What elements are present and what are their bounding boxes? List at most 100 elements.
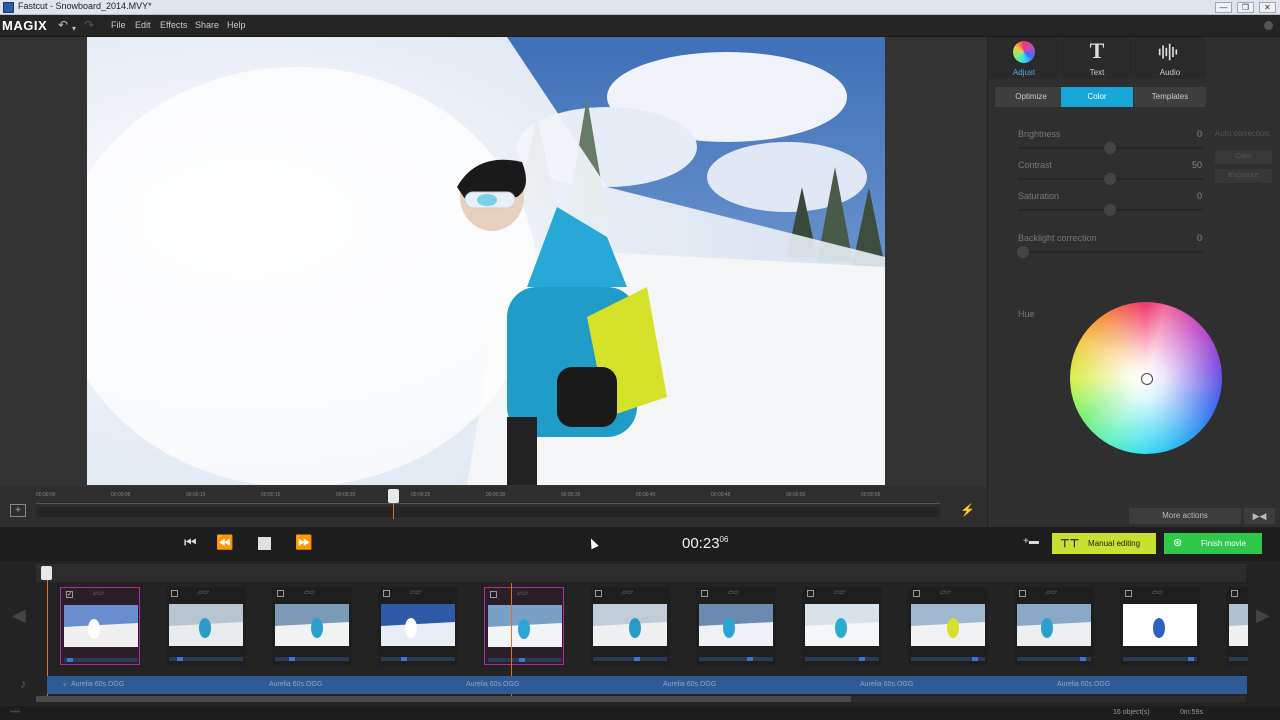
clip-thumbnail[interactable] xyxy=(1123,604,1197,646)
menu-share[interactable]: Share xyxy=(195,20,219,30)
brightness-knob[interactable] xyxy=(1104,142,1116,154)
preview-scrubber[interactable]: + 00:00:00 00:00:05 00:00:10 00:00:15 00… xyxy=(0,487,987,527)
clip-thumbnail[interactable] xyxy=(1017,604,1091,646)
collapse-panel-icon[interactable]: ▶◀ xyxy=(1244,508,1275,524)
storyboard-clip[interactable]: ▱▱ xyxy=(1120,587,1200,665)
close-button[interactable]: ✕ xyxy=(1259,2,1276,13)
transition-icon[interactable]: ▱▱ xyxy=(834,589,852,596)
scrubber-bar[interactable] xyxy=(36,507,940,517)
redo-icon[interactable]: ↷ xyxy=(84,18,94,32)
add-marker-button[interactable]: + xyxy=(10,504,26,517)
transition-icon[interactable]: ▱▱ xyxy=(622,589,640,596)
transition-icon[interactable]: ▱▱ xyxy=(728,589,746,596)
hue-picker-handle[interactable] xyxy=(1141,373,1153,385)
storyboard-clip[interactable]: ▱▱ xyxy=(484,587,564,665)
clip-thumbnail[interactable] xyxy=(699,604,773,646)
storyboard-clip[interactable]: ✓ ▱▱ xyxy=(60,587,140,665)
clip-checkbox[interactable] xyxy=(1019,590,1026,597)
clip-thumbnail[interactable] xyxy=(805,604,879,646)
clip-checkbox[interactable]: ✓ xyxy=(66,591,73,598)
audio-collapse-icon[interactable]: ▾ xyxy=(63,681,67,689)
scroll-left-icon[interactable]: ◀ xyxy=(12,605,26,626)
backlight-knob[interactable] xyxy=(1017,246,1029,258)
more-actions-button[interactable]: More actions xyxy=(1129,508,1241,524)
transition-icon[interactable]: ▱▱ xyxy=(517,590,535,597)
clip-checkbox[interactable] xyxy=(1231,590,1238,597)
clip-checkbox[interactable] xyxy=(913,590,920,597)
timeline-scrollbar[interactable] xyxy=(36,696,1246,702)
clip-thumbnail[interactable] xyxy=(488,605,562,647)
auto-exposure-button[interactable]: Exposure xyxy=(1215,169,1272,183)
storyboard-clip[interactable]: ▱▱ xyxy=(166,587,246,665)
clip-thumbnail[interactable] xyxy=(275,604,349,646)
clip-thumbnail[interactable] xyxy=(169,604,243,646)
clip-thumbnail[interactable] xyxy=(1229,604,1248,646)
tab-audio[interactable]: Audio xyxy=(1134,37,1206,79)
rewind-icon[interactable]: ⏪ xyxy=(216,534,233,551)
clip-checkbox[interactable] xyxy=(277,590,284,597)
maximize-button[interactable]: ❐ xyxy=(1237,2,1254,13)
video-preview[interactable] xyxy=(87,37,885,485)
clip-thumbnail[interactable] xyxy=(64,605,138,647)
contrast-knob[interactable] xyxy=(1104,173,1116,185)
transition-icon[interactable]: ▱▱ xyxy=(410,589,428,596)
subtab-optimize[interactable]: Optimize xyxy=(995,87,1067,107)
scrollbar-thumb[interactable] xyxy=(36,696,851,702)
title-bar: Fastcut - Snowboard_2014.MVY* — ❐ ✕ xyxy=(0,0,1280,15)
subtab-color[interactable]: Color xyxy=(1061,87,1133,107)
menu-help[interactable]: Help xyxy=(227,20,246,30)
minimize-button[interactable]: — xyxy=(1215,2,1232,13)
clip-checkbox[interactable] xyxy=(383,590,390,597)
transition-icon[interactable]: ▱▱ xyxy=(198,589,216,596)
timeline-playhead-handle[interactable] xyxy=(41,566,52,580)
storyboard-clip[interactable]: ▱▱ xyxy=(908,587,988,665)
clip-checkbox[interactable] xyxy=(595,590,602,597)
manual-editing-button[interactable]: ⊤⊤ Manual editing xyxy=(1052,533,1156,554)
settings-dot-icon[interactable] xyxy=(1264,21,1273,30)
scroll-right-icon[interactable]: ▶ xyxy=(1256,605,1270,626)
clip-checkbox[interactable] xyxy=(701,590,708,597)
tick-label: 00:00:35 xyxy=(561,492,581,498)
subtab-templates[interactable]: Templates xyxy=(1134,87,1206,107)
stop-icon[interactable] xyxy=(258,537,271,550)
menu-file[interactable]: File xyxy=(111,20,126,30)
clip-checkbox[interactable] xyxy=(171,590,178,597)
clip-checkbox[interactable] xyxy=(490,591,497,598)
clip-thumbnail[interactable] xyxy=(911,604,985,646)
clip-checkbox[interactable] xyxy=(807,590,814,597)
audio-track[interactable]: ▾ Aurelia 60s.OGG Aurelia 60s.OGG Aureli… xyxy=(47,676,1247,694)
storyboard-clip[interactable]: ▱▱ xyxy=(378,587,458,665)
transition-icon[interactable]: ▱▱ xyxy=(93,590,111,597)
storyboard-clip[interactable]: ▱▱ xyxy=(802,587,882,665)
undo-dropdown-icon[interactable]: ▾ xyxy=(72,24,76,33)
finish-movie-button[interactable]: ⊛ Finish movie xyxy=(1164,533,1262,554)
transition-icon[interactable]: ▱▱ xyxy=(304,589,322,596)
transition-icon[interactable]: ▱▱ xyxy=(1046,589,1064,596)
add-clip-icon[interactable]: +▬ xyxy=(1023,536,1039,547)
clip-thumbnail[interactable] xyxy=(381,604,455,646)
object-count: 16 object(s) xyxy=(1113,709,1150,716)
clip-progress-bar xyxy=(275,657,349,661)
saturation-knob[interactable] xyxy=(1104,204,1116,216)
preview-playhead-handle[interactable] xyxy=(388,489,399,503)
storyboard-clip[interactable]: ▱▱ xyxy=(696,587,776,665)
skip-to-start-icon[interactable]: ⏮ xyxy=(184,534,197,551)
undo-icon[interactable]: ↶ xyxy=(58,18,68,32)
clip-checkbox[interactable] xyxy=(1125,590,1132,597)
storyboard-clip[interactable]: ▱▱ xyxy=(1226,587,1248,665)
fast-forward-icon[interactable]: ⏩ xyxy=(295,534,312,551)
lightning-icon[interactable]: ⚡ xyxy=(960,503,975,517)
tab-text[interactable]: T Text xyxy=(1061,37,1133,79)
storyboard-clip[interactable]: ▱▱ xyxy=(1014,587,1094,665)
timeline-ruler[interactable] xyxy=(36,564,1246,582)
transition-icon[interactable]: ▱▱ xyxy=(1152,589,1170,596)
backlight-slider[interactable] xyxy=(1018,251,1203,253)
auto-color-button[interactable]: Color xyxy=(1215,150,1272,164)
transition-icon[interactable]: ▱▱ xyxy=(940,589,958,596)
menu-effects[interactable]: Effects xyxy=(160,20,187,30)
storyboard-clip[interactable]: ▱▱ xyxy=(272,587,352,665)
menu-edit[interactable]: Edit xyxy=(135,20,151,30)
storyboard-clip[interactable]: ▱▱ xyxy=(590,587,670,665)
tab-adjust[interactable]: Adjust xyxy=(988,37,1060,79)
clip-thumbnail[interactable] xyxy=(593,604,667,646)
